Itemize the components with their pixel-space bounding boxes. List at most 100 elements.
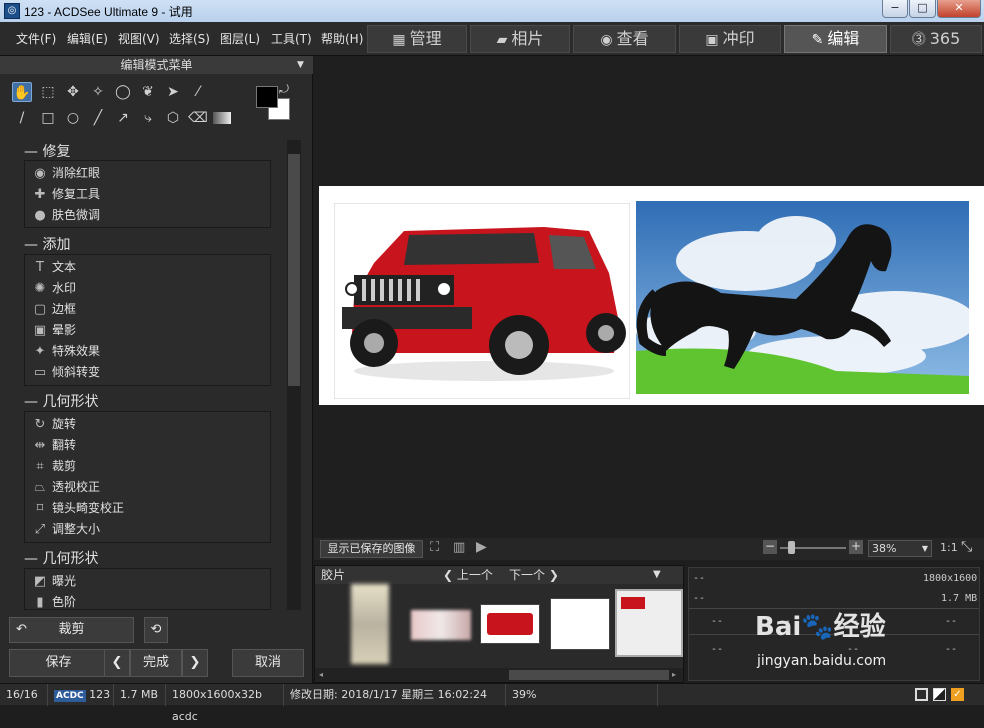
section-geometry: ↻ 旋转 ⇹ 翻转 ⌗ 裁剪 ⏢ 透视校正 ⌑ 镜头畸变校正 ⤢ 调整大小 xyxy=(24,411,271,543)
menu-item-rotate[interactable]: ↻ 旋转 xyxy=(31,414,76,435)
ellipse-icon[interactable]: ○ xyxy=(63,108,83,128)
zoom-select[interactable]: 38% ▼ xyxy=(868,540,932,557)
menu-item-border[interactable]: ▢ 边框 xyxy=(31,299,76,320)
mode-label: 365 xyxy=(929,29,961,48)
zoom-in-button[interactable]: + xyxy=(849,540,863,554)
menu-item-special-effects[interactable]: ✦ 特殊效果 xyxy=(31,341,100,362)
menu-item-resize[interactable]: ⤢ 调整大小 xyxy=(31,519,100,540)
maximize-button[interactable]: □ xyxy=(909,0,936,18)
panel-scrollbar[interactable] xyxy=(287,140,301,610)
section-header-add[interactable]: — 添加 xyxy=(24,235,70,255)
done-button[interactable]: 完成 xyxy=(130,649,182,677)
gradient-icon[interactable] xyxy=(213,112,231,124)
lasso-icon[interactable]: ◯ xyxy=(113,82,133,102)
menu-item-flip[interactable]: ⇹ 翻转 xyxy=(31,435,76,456)
rectangle-icon[interactable]: □ xyxy=(38,108,58,128)
mode-365[interactable]: ⓷ 365 xyxy=(890,25,982,53)
lens-icon: ⌑ xyxy=(36,501,44,516)
filmstrip-prev[interactable]: ❮ 上一个 xyxy=(443,566,493,584)
smart-brush-icon[interactable]: ❦ xyxy=(138,82,158,102)
menu-select[interactable]: 选择(S) xyxy=(169,22,210,56)
reset-button[interactable]: ⟲ xyxy=(144,617,168,643)
thumbnail[interactable] xyxy=(351,584,389,664)
menu-item-red-eye[interactable]: ◉ 消除红眼 xyxy=(31,163,100,184)
thumbnail-car[interactable] xyxy=(480,604,540,644)
select-arrow-icon[interactable]: ➤ xyxy=(163,82,183,102)
menu-view[interactable]: 视图(V) xyxy=(118,22,160,56)
fullscreen-icon[interactable]: ⛶ xyxy=(430,540,439,555)
menu-item-lens-distortion[interactable]: ⌑ 镜头畸变校正 xyxy=(31,498,124,519)
menu-item-exposure[interactable]: ◩ 曝光 xyxy=(31,571,76,592)
magic-wand-icon[interactable]: ✧ xyxy=(88,82,108,102)
next-image-button[interactable]: ❯ xyxy=(182,649,208,677)
prev-image-button[interactable]: ❮ xyxy=(104,649,130,677)
crop-button[interactable]: ↶ 裁剪 xyxy=(9,617,134,643)
section-header-repair[interactable]: — 修复 xyxy=(24,142,70,162)
menu-item-skin-tune[interactable]: ● 肤色微调 xyxy=(31,205,100,226)
filmstrip-scrollbar[interactable]: ◂ ▸ xyxy=(315,668,683,682)
menu-item-crop[interactable]: ⌗ 裁剪 xyxy=(31,456,76,477)
mode-edit[interactable]: ✎ 编辑 xyxy=(784,25,887,53)
actual-size-button[interactable]: 1:1 xyxy=(940,541,958,554)
checkmark-icon[interactable]: ✓ xyxy=(951,688,964,701)
thumbnail[interactable] xyxy=(411,610,471,640)
play-icon[interactable]: ▶ xyxy=(476,539,487,555)
panel-header[interactable]: 编辑模式菜单 ▼ xyxy=(0,56,313,74)
hand-tool-icon[interactable]: ✋ xyxy=(12,82,32,102)
arrow-line-icon[interactable]: ↗ xyxy=(113,108,133,128)
watermark-site: jingyan.baidu.com xyxy=(757,653,887,669)
eraser-icon[interactable]: ⌫ xyxy=(188,108,208,128)
brush-icon[interactable]: / xyxy=(12,108,32,128)
close-button[interactable]: ✕ xyxy=(937,0,981,18)
menu-file[interactable]: 文件(F) xyxy=(16,22,56,56)
minimize-button[interactable]: − xyxy=(882,0,908,18)
flip-icon: ⇹ xyxy=(34,438,46,453)
collapse-arrow-icon[interactable]: ▼ xyxy=(653,566,661,584)
menu-item-vignette[interactable]: ▣ 晕影 xyxy=(31,320,76,341)
image-canvas[interactable] xyxy=(319,186,984,405)
save-button[interactable]: 保存 xyxy=(9,649,108,677)
polygon-icon[interactable]: ⬡ xyxy=(163,108,183,128)
line-icon[interactable]: ╱ xyxy=(88,108,108,128)
scrollbar-thumb[interactable] xyxy=(288,154,300,386)
scroll-right-icon[interactable]: ▸ xyxy=(672,670,676,679)
perspective-icon: ⏢ xyxy=(34,480,46,495)
mode-develop[interactable]: ▣ 冲印 xyxy=(679,25,781,53)
section-header-geometry[interactable]: — 几何形状 xyxy=(24,392,98,412)
menu-edit[interactable]: 编辑(E) xyxy=(67,22,108,56)
scrollbar-thumb[interactable] xyxy=(509,670,669,680)
menu-item-text[interactable]: T 文本 xyxy=(31,257,76,278)
fit-screen-icon[interactable]: ⤡ xyxy=(961,539,972,555)
status-filesize: 1.7 MB xyxy=(114,684,166,706)
menu-item-tilt-shift[interactable]: ▭ 倾斜转变 xyxy=(31,362,100,383)
show-saved-image-button[interactable]: 显示已保存的图像 xyxy=(320,540,423,558)
menu-item-repair-tool[interactable]: ✚ 修复工具 xyxy=(31,184,100,205)
image-viewer[interactable] xyxy=(314,56,984,538)
mode-view[interactable]: ◉ 查看 xyxy=(573,25,676,53)
thumbnail-blank[interactable] xyxy=(550,598,610,650)
thumbnail-selected[interactable] xyxy=(615,589,683,657)
menu-layer[interactable]: 图层(L) xyxy=(220,22,260,56)
curve-icon[interactable]: ⤷ xyxy=(138,108,158,128)
square-icon[interactable] xyxy=(915,688,928,701)
section-header-geometry-2[interactable]: — 几何形状 xyxy=(24,549,98,569)
mode-photos[interactable]: ▰ 相片 xyxy=(470,25,570,53)
scroll-left-icon[interactable]: ◂ xyxy=(319,670,323,679)
mode-manage[interactable]: ▦ 管理 xyxy=(367,25,467,53)
swap-colors-icon[interactable]: ⤾ xyxy=(279,82,289,97)
compare-icon[interactable] xyxy=(933,688,946,701)
move-tool-icon[interactable]: ✥ xyxy=(63,82,83,102)
filmstrip-next[interactable]: 下一个 ❯ xyxy=(509,566,559,584)
zoom-out-button[interactable]: − xyxy=(763,540,777,554)
eyedropper-icon[interactable]: ⁄ xyxy=(188,82,208,102)
histogram-icon[interactable]: ▥ xyxy=(453,540,465,555)
cancel-button[interactable]: 取消 xyxy=(232,649,304,677)
menu-help[interactable]: 帮助(H) xyxy=(321,22,363,56)
menu-item-perspective[interactable]: ⏢ 透视校正 xyxy=(31,477,100,498)
zoom-slider-thumb[interactable] xyxy=(788,541,795,554)
transform-tool-icon[interactable]: ⬚ xyxy=(38,82,58,102)
menu-item-levels[interactable]: ▮ 色阶 xyxy=(31,592,76,609)
menu-item-watermark[interactable]: ✺ 水印 xyxy=(31,278,76,299)
menu-tools[interactable]: 工具(T) xyxy=(271,22,312,56)
foreground-color-swatch[interactable] xyxy=(256,86,278,108)
